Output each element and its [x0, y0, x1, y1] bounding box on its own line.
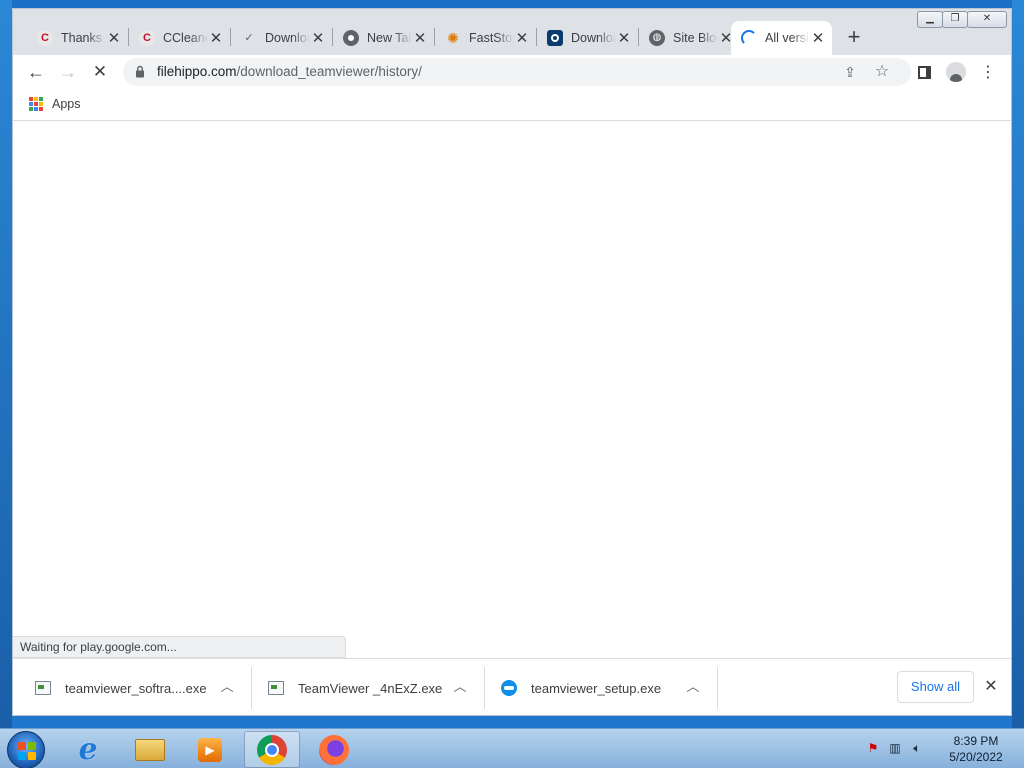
download-item[interactable]: teamviewer_softra....exe [35, 659, 207, 715]
ccleaner-icon: C [37, 30, 53, 46]
close-window-button[interactable]: ✕ [967, 11, 1007, 28]
clock-time: 8:39 PM [953, 734, 999, 748]
volume-icon[interactable]: 🔈︎ [910, 741, 924, 755]
apps-shortcut[interactable]: Apps [29, 97, 81, 111]
minimize-button[interactable]: ▁ [917, 11, 943, 28]
chrome-icon [343, 30, 359, 46]
divider [251, 667, 252, 709]
firefox-icon[interactable] [306, 731, 362, 768]
tab-download-1[interactable]: ✓ Download ✕ [231, 21, 332, 55]
tab-title: All versions [765, 31, 810, 45]
tab-title: CCleaner [163, 31, 208, 45]
maximize-button[interactable]: ❐ [942, 11, 968, 28]
tab-title: Site Blocked [673, 31, 718, 45]
chrome-icon[interactable] [244, 731, 300, 768]
tab-new-tab[interactable]: New Tab ✕ [333, 21, 434, 55]
address-text: filehippo.com/download_teamviewer/histor… [157, 64, 422, 79]
share-icon[interactable]: ⇪ [841, 63, 859, 81]
navigation-toolbar: ← → ✕ filehippo.com/download_teamviewer/… [13, 55, 1011, 89]
url-host: filehippo.com [157, 64, 237, 79]
tab-strip: C Thanks ✕ C CCleaner ✕ ✓ Download ✕ New… [13, 9, 1011, 55]
internet-explorer-icon[interactable]: e [60, 731, 116, 768]
stop-loading-button[interactable]: ✕ [87, 59, 113, 85]
taskbar: e ▶ ⚑ ▥ 🔈︎ 8:39 PM 5/20/2022 [0, 728, 1024, 768]
apps-grid-icon [29, 97, 43, 111]
tab-title: Thanks [61, 31, 102, 45]
back-button[interactable]: ← [23, 59, 49, 85]
download-name: teamviewer_setup.exe [531, 680, 662, 696]
close-icon[interactable]: ✕ [106, 30, 122, 47]
url-path: /download_teamviewer/history/ [236, 64, 422, 79]
ccleaner-icon: C [139, 30, 155, 46]
tab-title: FastStone [469, 31, 514, 45]
start-button[interactable] [7, 731, 45, 768]
teamviewer-icon [501, 680, 517, 696]
tab-title: Download [265, 31, 310, 45]
action-center-flag-icon[interactable]: ⚑ [866, 741, 880, 755]
download-item[interactable]: TeamViewer _4nExZ.exe [268, 659, 443, 715]
globe-icon: ◍ [649, 30, 665, 46]
forward-button[interactable]: → [55, 59, 81, 85]
show-all-button[interactable]: Show all [897, 671, 974, 703]
tab-all-versions[interactable]: All versions ✕ [731, 21, 832, 55]
browser-window: C Thanks ✕ C CCleaner ✕ ✓ Download ✕ New… [12, 8, 1012, 716]
clock-date: 5/20/2022 [949, 750, 1003, 764]
desktop-background-right [1012, 0, 1024, 728]
download-item[interactable]: teamviewer_setup.exe [501, 659, 662, 715]
close-icon[interactable]: ✕ [412, 30, 428, 47]
bookmark-star-icon[interactable]: ☆ [873, 63, 891, 81]
close-icon[interactable]: ✕ [810, 30, 826, 47]
box-icon [547, 30, 563, 46]
menu-button[interactable]: ⋮ [975, 59, 1001, 85]
tab-title: Download [571, 31, 616, 45]
new-tab-button[interactable]: + [843, 26, 865, 49]
chevron-up-icon[interactable]: ︿ [218, 678, 236, 696]
download-name: TeamViewer _4nExZ.exe [298, 680, 443, 696]
close-downloads-button[interactable]: ✕ [981, 677, 1001, 697]
downloads-shelf: teamviewer_softra....exe ︿ TeamViewer _4… [13, 658, 1011, 715]
download-name: teamviewer_softra....exe [65, 680, 207, 696]
chevron-up-icon[interactable]: ︿ [451, 678, 469, 696]
side-panel-button[interactable] [911, 59, 937, 85]
close-icon[interactable]: ✕ [208, 30, 224, 47]
clock[interactable]: 8:39 PM 5/20/2022 [940, 733, 1012, 765]
chevron-up-icon[interactable]: ︿ [684, 678, 702, 696]
system-tray: ⚑ ▥ 🔈︎ [866, 741, 924, 755]
tab-ccleaner[interactable]: C CCleaner ✕ [129, 21, 230, 55]
tab-faststone[interactable]: ✺ FastStone ✕ [435, 21, 536, 55]
windows-logo-icon [18, 742, 36, 760]
media-player-icon[interactable]: ▶ [182, 731, 238, 768]
network-icon[interactable]: ▥ [888, 741, 902, 755]
side-panel-icon [917, 65, 931, 79]
apps-label: Apps [52, 97, 81, 111]
divider [717, 667, 718, 709]
loading-icon [741, 30, 757, 46]
tab-thanks[interactable]: C Thanks ✕ [27, 21, 128, 55]
tab-site-blocked[interactable]: ◍ Site Blocked ✕ [639, 21, 740, 55]
bookmarks-bar: Apps [13, 89, 1011, 121]
tab-title: New Tab [367, 31, 412, 45]
status-bubble: Waiting for play.google.com... [13, 636, 346, 658]
close-icon[interactable]: ✕ [514, 30, 530, 47]
close-icon[interactable]: ✕ [310, 30, 326, 47]
lock-icon[interactable] [135, 65, 145, 78]
close-icon[interactable]: ✕ [616, 30, 632, 47]
doc-check-icon: ✓ [244, 31, 254, 44]
page-content[interactable] [13, 122, 1011, 657]
tab-download-2[interactable]: Download ✕ [537, 21, 638, 55]
exe-icon [35, 681, 51, 695]
exe-icon [268, 681, 284, 695]
faststone-icon: ✺ [447, 30, 459, 46]
file-explorer-icon[interactable] [122, 731, 178, 768]
profile-button[interactable] [943, 59, 969, 85]
address-bar[interactable]: filehippo.com/download_teamviewer/histor… [123, 58, 911, 86]
divider [484, 667, 485, 709]
avatar-icon [946, 62, 966, 82]
desktop-background-left [0, 0, 12, 728]
